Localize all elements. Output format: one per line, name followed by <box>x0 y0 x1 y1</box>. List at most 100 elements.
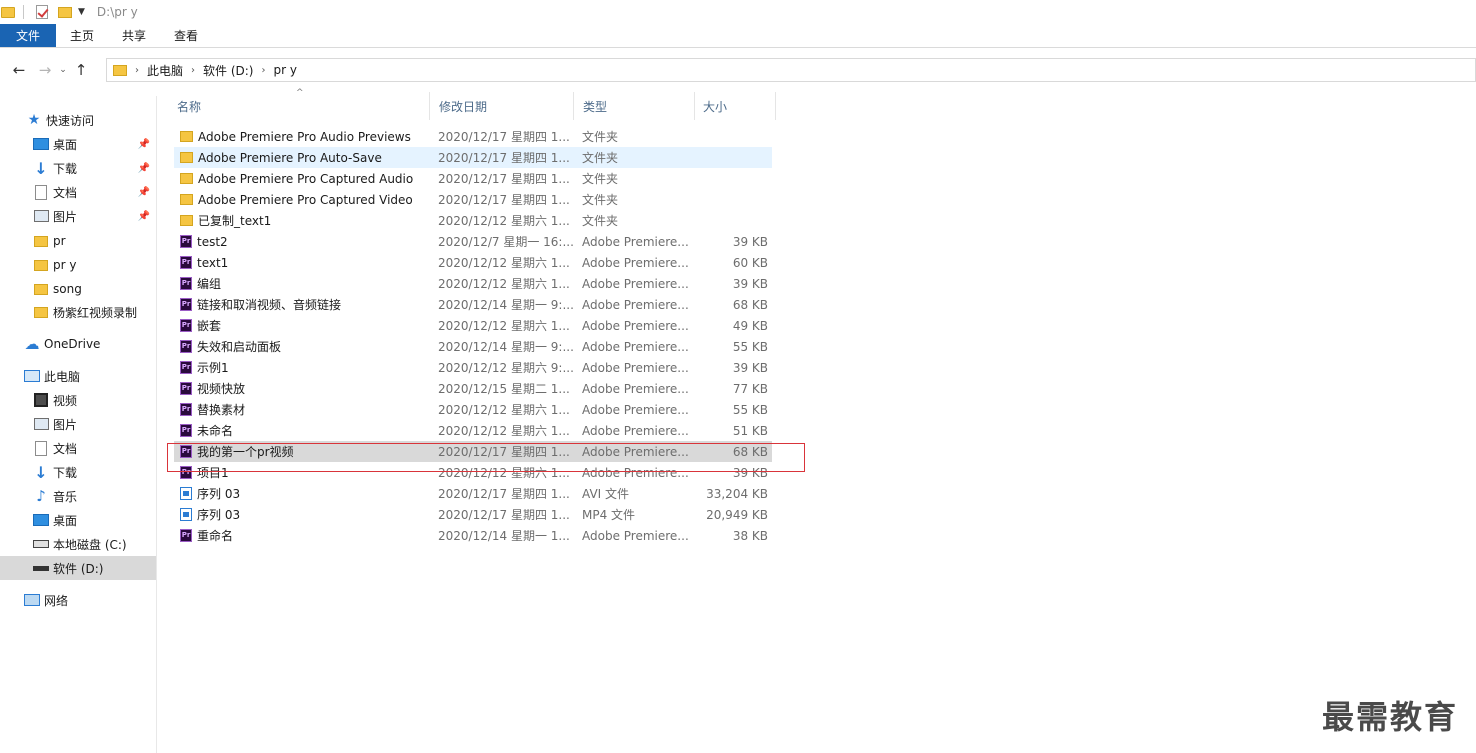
tab-home[interactable]: 主页 <box>56 24 108 47</box>
table-row[interactable]: Pr 失效和启动面板 2020/12/14 星期一 9:... Adobe Premi… <box>174 336 772 357</box>
sidebar-item-pictures[interactable]: 图片 📌 <box>0 204 156 228</box>
file-date: 2020/12/14 星期一 1... <box>438 529 570 543</box>
pin-icon[interactable]: 📌 <box>138 139 150 150</box>
table-row[interactable]: 序列 03 2020/12/17 星期四 1... MP4 文件 20,949 KB <box>174 504 772 525</box>
table-row[interactable]: Adobe Premiere Pro Captured Audio 2020/12… <box>174 168 772 189</box>
pin-icon[interactable]: 📌 <box>138 187 150 198</box>
file-name: 替换素材 <box>197 403 246 417</box>
file-name-cell: Pr 链接和取消视频、音频链接 <box>174 296 432 313</box>
column-header-type[interactable]: 类型 <box>574 92 695 120</box>
sidebar-item-music[interactable]: ♪ 音乐 <box>0 484 156 508</box>
chevron-right-icon[interactable]: › <box>135 65 139 76</box>
file-name: 项目1 <box>197 466 229 480</box>
file-name-cell: 已复制_text1 <box>174 212 432 229</box>
table-row[interactable]: Pr 我的第一个pr视频 2020/12/17 星期四 1... Adobe Prem… <box>174 441 772 462</box>
recent-locations-chevron-icon[interactable]: ⌄ <box>56 59 70 81</box>
pin-icon[interactable]: 📌 <box>138 211 150 222</box>
sidebar-item-song[interactable]: song <box>0 277 156 301</box>
file-date: 2020/12/14 星期一 9:... <box>438 340 574 354</box>
folder-icon <box>113 64 127 76</box>
sidebar-item-this-pc[interactable]: 此电脑 <box>0 364 156 388</box>
file-date: 2020/12/12 星期六 1... <box>438 256 570 270</box>
picture-icon <box>33 210 49 222</box>
file-name-cell: Adobe Premiere Pro Auto-Save <box>174 151 432 165</box>
sidebar-item-pc-pictures[interactable]: 图片 <box>0 412 156 436</box>
new-folder-icon[interactable] <box>58 6 72 18</box>
download-arrow-icon: ↓ <box>34 158 48 178</box>
sidebar-item-network[interactable]: 网络 <box>0 588 156 612</box>
chevron-right-icon[interactable]: › <box>261 65 265 76</box>
folder-icon <box>180 215 193 226</box>
table-row[interactable]: Adobe Premiere Pro Auto-Save 2020/12/17 星… <box>174 147 772 168</box>
file-size: 39 KB <box>732 360 768 375</box>
sidebar-item-pr-y[interactable]: pr y <box>0 253 156 277</box>
back-arrow-icon[interactable]: ← <box>8 59 30 81</box>
file-type: 文件夹 <box>582 151 619 165</box>
breadcrumb-pr-y[interactable]: pr y <box>273 63 296 77</box>
tab-view[interactable]: 查看 <box>160 24 212 47</box>
table-row[interactable]: Pr 未命名 2020/12/12 星期六 1... Adobe Premiere..… <box>174 420 772 441</box>
file-name: 未命名 <box>197 424 234 438</box>
file-size: 39 KB <box>732 276 768 291</box>
column-header-size[interactable]: 大小 <box>694 92 776 120</box>
table-row[interactable]: Adobe Premiere Pro Captured Video 2020/12… <box>174 189 772 210</box>
table-row[interactable]: Pr 重命名 2020/12/14 星期一 1... Adobe Premiere..… <box>174 525 772 546</box>
table-row[interactable]: Pr 编组 2020/12/12 星期六 1... Adobe Premiere...… <box>174 273 772 294</box>
sidebar-item-pc-documents[interactable]: 文档 <box>0 436 156 460</box>
table-row[interactable]: 序列 03 2020/12/17 星期四 1... AVI 文件 33,204 KB <box>174 483 772 504</box>
file-name-cell: Pr 视频快放 <box>174 380 432 397</box>
file-name: text1 <box>197 255 229 270</box>
sidebar-item-desktop[interactable]: 桌面 📌 <box>0 132 156 156</box>
table-row[interactable]: Pr 替换素材 2020/12/12 星期六 1... Adobe Premiere.… <box>174 399 772 420</box>
sidebar-item-pc-downloads[interactable]: ↓ 下载 <box>0 460 156 484</box>
file-type: Adobe Premiere... <box>582 444 689 459</box>
file-name: Adobe Premiere Pro Captured Video <box>198 192 413 207</box>
sidebar-item-drive-c[interactable]: 本地磁盘 (C:) <box>0 532 156 556</box>
table-row[interactable]: Pr 嵌套 2020/12/12 星期六 1... Adobe Premiere...… <box>174 315 772 336</box>
file-name: 编组 <box>197 277 222 291</box>
sidebar-item-drive-d[interactable]: 软件 (D:) <box>0 556 156 580</box>
breadcrumb-drive-d[interactable]: 软件 (D:) <box>203 62 253 79</box>
file-date: 2020/12/17 星期四 1... <box>438 445 570 459</box>
table-row[interactable]: Pr 示例1 2020/12/12 星期六 9:... Adobe Premiere.… <box>174 357 772 378</box>
file-size: 38 KB <box>732 528 768 543</box>
folder-icon <box>34 283 48 295</box>
table-row[interactable]: Pr 链接和取消视频、音频链接 2020/12/14 星期一 9:... Adobe … <box>174 294 772 315</box>
pin-icon[interactable]: 📌 <box>138 163 150 174</box>
sidebar-item-recording[interactable]: 杨紫红视频录制 <box>0 300 156 324</box>
table-row[interactable]: Pr test2 2020/12/7 星期一 16:... Adobe Premier… <box>174 231 772 252</box>
desktop-icon <box>33 514 49 526</box>
sidebar-item-documents[interactable]: 文档 📌 <box>0 180 156 204</box>
breadcrumb-this-pc[interactable]: 此电脑 <box>147 62 183 79</box>
chevron-down-icon[interactable]: ▼ <box>78 7 85 17</box>
file-type: Adobe Premiere... <box>582 402 689 417</box>
sidebar-item-downloads[interactable]: ↓ 下载 📌 <box>0 156 156 180</box>
premiere-project-icon: Pr <box>180 361 192 374</box>
forward-arrow-icon[interactable]: → <box>34 59 56 81</box>
file-type: AVI 文件 <box>582 487 630 501</box>
column-header-name[interactable]: 名称 <box>168 92 430 120</box>
table-row[interactable]: Pr 项目1 2020/12/12 星期六 1... Adobe Premiere..… <box>174 462 772 483</box>
sidebar-item-videos[interactable]: 视频 <box>0 388 156 412</box>
file-name-cell: Pr 我的第一个pr视频 <box>174 443 432 460</box>
column-header-date[interactable]: 修改日期 <box>430 92 574 120</box>
sidebar-item-pc-desktop[interactable]: 桌面 <box>0 508 156 532</box>
up-arrow-icon[interactable]: ↑ <box>70 59 92 81</box>
file-type: Adobe Premiere... <box>582 528 689 543</box>
table-row[interactable]: 已复制_text1 2020/12/12 星期六 1... 文件夹 <box>174 210 772 231</box>
sidebar-item-quick-access[interactable]: ★ 快速访问 <box>0 108 156 132</box>
tab-file[interactable]: 文件 <box>0 24 56 47</box>
tab-share[interactable]: 共享 <box>108 24 160 47</box>
properties-icon[interactable] <box>36 5 48 19</box>
sidebar-item-pr[interactable]: pr <box>0 229 156 253</box>
sidebar-item-onedrive[interactable]: ☁ OneDrive <box>0 332 156 356</box>
address-bar[interactable]: › 此电脑 › 软件 (D:) › pr y <box>106 58 1476 82</box>
navigation-bar: ← → ⌄ ↑ › 此电脑 › 软件 (D:) › pr y <box>0 50 1476 90</box>
table-row[interactable]: Adobe Premiere Pro Audio Previews 2020/12… <box>174 126 772 147</box>
file-type: Adobe Premiere... <box>582 297 689 312</box>
file-date: 2020/12/17 星期四 1... <box>438 193 570 207</box>
table-row[interactable]: Pr text1 2020/12/12 星期六 1... Adobe Premiere… <box>174 252 772 273</box>
chevron-right-icon[interactable]: › <box>191 65 195 76</box>
file-type: Adobe Premiere... <box>582 234 689 249</box>
table-row[interactable]: Pr 视频快放 2020/12/15 星期二 1... Adobe Premiere.… <box>174 378 772 399</box>
